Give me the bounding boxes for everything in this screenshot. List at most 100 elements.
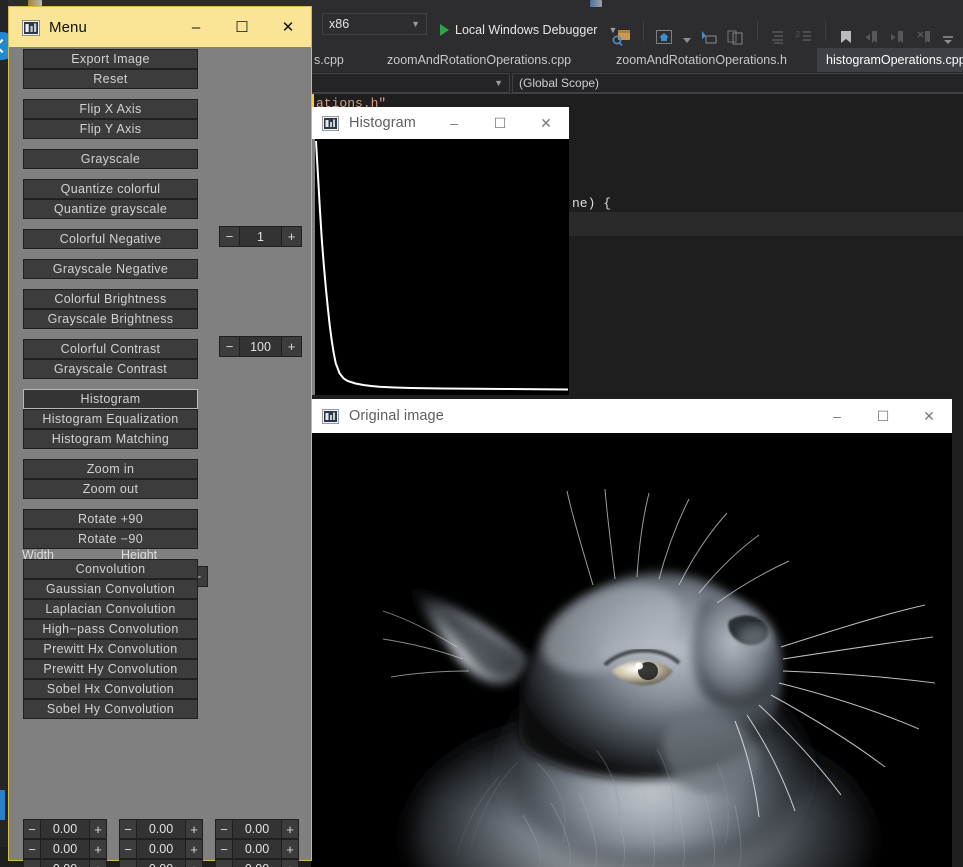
menu-button-grayscale-contrast[interactable]: Grayscale Contrast — [23, 359, 198, 379]
minimize-button[interactable]: – — [814, 399, 860, 433]
kernel-value-1-0[interactable]: 0.00 — [41, 839, 89, 859]
kernel-minus-2-1[interactable]: − — [119, 859, 137, 867]
kernel-minus-0-2[interactable]: − — [215, 819, 233, 839]
original-image-titlebar[interactable]: Original image – ☐ ✕ — [311, 399, 952, 433]
maximize-button[interactable]: ☐ — [477, 107, 523, 139]
menu-button-gaussian-convolution[interactable]: Gaussian Convolution — [23, 579, 198, 599]
quantize-plus-button[interactable]: + — [281, 226, 302, 247]
menu-button-convolution[interactable]: Convolution — [23, 559, 198, 579]
maximize-button[interactable]: ☐ — [860, 399, 906, 433]
menu-button-export-image[interactable]: Export Image — [23, 49, 198, 69]
menu-button-grayscale-brightness[interactable]: Grayscale Brightness — [23, 309, 198, 329]
menu-button-laplacian-convolution[interactable]: Laplacian Convolution — [23, 599, 198, 619]
original-image-window[interactable]: Original image – ☐ ✕ — [311, 399, 952, 867]
kernel-minus-2-0[interactable]: − — [23, 859, 41, 867]
step-into-icon[interactable] — [699, 28, 721, 50]
menu-button-histogram[interactable]: Histogram — [23, 389, 198, 409]
menu-button-zoom-in[interactable]: Zoom in — [23, 459, 198, 479]
kernel-minus-0-1[interactable]: − — [119, 819, 137, 839]
menu-titlebar[interactable]: Menu – ☐ ✕ — [9, 7, 311, 47]
home-step-icon[interactable] — [654, 28, 676, 50]
menu-button-rotate-90[interactable]: Rotate −90 — [23, 529, 198, 549]
step-over-icon[interactable] — [725, 28, 747, 50]
menu-button-reset[interactable]: Reset — [23, 69, 198, 89]
menu-button-grayscale[interactable]: Grayscale — [23, 149, 198, 169]
kernel-plus-2-1[interactable]: + — [185, 859, 203, 867]
kernel-value-1-1[interactable]: 0.00 — [137, 839, 185, 859]
menu-button-histogram-matching[interactable]: Histogram Matching — [23, 429, 198, 449]
platform-combobox[interactable]: x86 ▼ — [322, 13, 427, 35]
histogram-window[interactable]: Histogram – ☐ ✕ — [311, 107, 569, 395]
menu-button-sobel-hx-convolution[interactable]: Sobel Hx Convolution — [23, 679, 198, 699]
kernel-minus-1-0[interactable]: − — [23, 839, 41, 859]
menu-button-colorful-contrast[interactable]: Colorful Contrast — [23, 339, 198, 359]
kernel-spinner-2-2[interactable]: −0.00+ — [215, 859, 299, 867]
menu-button-flip-y-axis[interactable]: Flip Y Axis — [23, 119, 198, 139]
kernel-plus-1-0[interactable]: + — [89, 839, 107, 859]
local-windows-debugger-button[interactable]: Local Windows Debugger ▼ — [436, 18, 621, 42]
kernel-spinner-0-0[interactable]: −0.00 + — [23, 819, 107, 839]
menu-button-zoom-out[interactable]: Zoom out — [23, 479, 198, 499]
kernel-plus-0-2[interactable]: + — [281, 819, 299, 839]
toolbar-overflow-chevron-icon[interactable] — [941, 28, 955, 50]
kernel-minus-1-1[interactable]: − — [119, 839, 137, 859]
menu-button-quantize-grayscale[interactable]: Quantize grayscale — [23, 199, 198, 219]
tab-3-active[interactable]: histogramOperations.cpp — [817, 48, 963, 72]
menu-button-flip-x-axis[interactable]: Flip X Axis — [23, 99, 198, 119]
brightness-plus-button[interactable]: + — [281, 336, 302, 357]
menu-button-sobel-hy-convolution[interactable]: Sobel Hy Convolution — [23, 699, 198, 719]
brightness-value[interactable]: 100 — [240, 336, 281, 357]
histogram-titlebar[interactable]: Histogram – ☐ ✕ — [311, 107, 569, 139]
close-button[interactable]: ✕ — [906, 399, 952, 433]
maximize-button[interactable]: ☐ — [219, 7, 265, 47]
kernel-spinner-1-1[interactable]: −0.00 + — [119, 839, 203, 859]
member-combobox[interactable]: ▼ — [305, 73, 510, 93]
menu-window[interactable]: Menu – ☐ ✕ − 1 + − 100 + Width Height − … — [8, 6, 312, 867]
kernel-value-2-0[interactable]: 0.00 — [41, 859, 89, 867]
tab-0[interactable]: s.cpp — [305, 48, 353, 72]
kernel-value-2-2[interactable]: 0.00 — [233, 859, 281, 867]
brightness-minus-button[interactable]: − — [219, 336, 240, 357]
menu-button-prewitt-hx-convolution[interactable]: Prewitt Hx Convolution — [23, 639, 198, 659]
kernel-value-0-2[interactable]: 0.00 — [233, 819, 281, 839]
brightness-spinner[interactable]: − 100 + — [219, 336, 302, 357]
kernel-minus-2-2[interactable]: − — [215, 859, 233, 867]
kernel-plus-0-1[interactable]: + — [185, 819, 203, 839]
close-button[interactable]: ✕ — [265, 7, 311, 47]
menu-button-colorful-brightness[interactable]: Colorful Brightness — [23, 289, 198, 309]
kernel-value-1-2[interactable]: 0.00 — [233, 839, 281, 859]
dropdown-arrow-icon[interactable] — [680, 28, 694, 50]
quantize-value[interactable]: 1 — [240, 226, 281, 247]
menu-button-rotate-90[interactable]: Rotate +90 — [23, 509, 198, 529]
kernel-plus-1-1[interactable]: + — [185, 839, 203, 859]
find-in-files-icon[interactable] — [612, 28, 634, 50]
menu-button-quantize-colorful[interactable]: Quantize colorful — [23, 179, 198, 199]
kernel-spinner-0-1[interactable]: −0.00 + — [119, 819, 203, 839]
kernel-spinner-2-0[interactable]: −0.00+ — [23, 859, 107, 867]
kernel-spinner-1-0[interactable]: −0.00 + — [23, 839, 107, 859]
kernel-minus-0-0[interactable]: − — [23, 819, 41, 839]
close-button[interactable]: ✕ — [523, 107, 569, 139]
kernel-spinner-2-1[interactable]: −0.00+ — [119, 859, 203, 867]
kernel-plus-2-2[interactable]: + — [281, 859, 299, 867]
tab-1[interactable]: zoomAndRotationOperations.cpp — [378, 48, 580, 72]
minimize-button[interactable]: – — [173, 7, 219, 47]
kernel-value-2-1[interactable]: 0.00 — [137, 859, 185, 867]
tab-2[interactable]: zoomAndRotationOperations.h — [607, 48, 796, 72]
kernel-plus-2-0[interactable]: + — [89, 859, 107, 867]
quantize-minus-button[interactable]: − — [219, 226, 240, 247]
kernel-plus-0-0[interactable]: + — [89, 819, 107, 839]
scope-combobox[interactable]: (Global Scope) — [512, 73, 963, 93]
menu-button-colorful-negative[interactable]: Colorful Negative — [23, 229, 198, 249]
kernel-value-0-0[interactable]: 0.00 — [41, 819, 89, 839]
menu-button-high-pass-convolution[interactable]: High−pass Convolution — [23, 619, 198, 639]
kernel-value-0-1[interactable]: 0.00 — [137, 819, 185, 839]
menu-button-grayscale-negative[interactable]: Grayscale Negative — [23, 259, 198, 279]
menu-button-histogram-equalization[interactable]: Histogram Equalization — [23, 409, 198, 429]
bookmark-icon[interactable] — [836, 28, 858, 50]
kernel-spinner-0-2[interactable]: −0.00 + — [215, 819, 299, 839]
minimize-button[interactable]: – — [431, 107, 477, 139]
menu-button-prewitt-hy-convolution[interactable]: Prewitt Hy Convolution — [23, 659, 198, 679]
kernel-spinner-1-2[interactable]: −0.00 + — [215, 839, 299, 859]
kernel-minus-1-2[interactable]: − — [215, 839, 233, 859]
